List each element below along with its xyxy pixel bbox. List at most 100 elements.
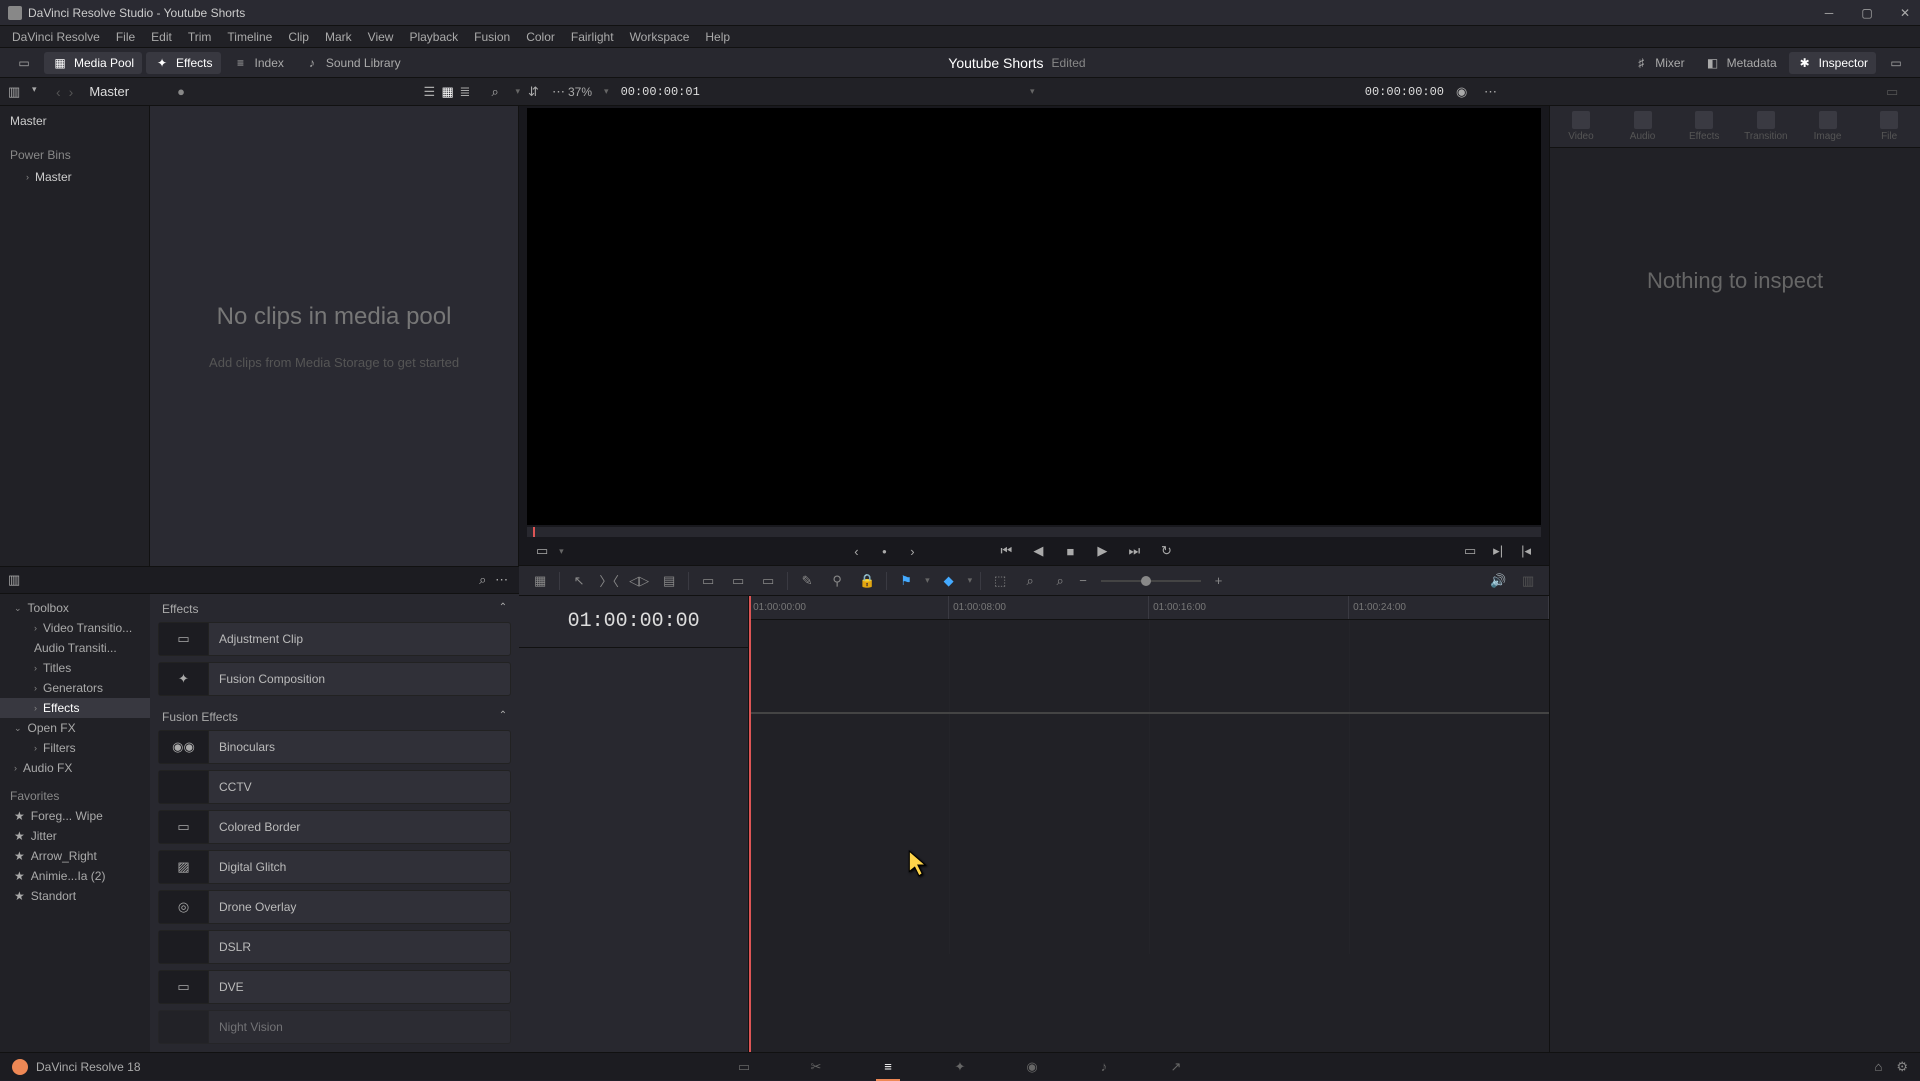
audio-meter-toggle[interactable]: ▥: [1517, 571, 1539, 591]
tree-filters[interactable]: ›Filters: [0, 738, 150, 758]
detail-zoom[interactable]: ⌕: [1019, 571, 1041, 591]
zoom-slider[interactable]: [1101, 580, 1201, 582]
flag-button[interactable]: ⚑: [895, 571, 917, 591]
page-media[interactable]: ▭: [732, 1057, 756, 1077]
index-toggle[interactable]: ≡Index: [225, 52, 292, 74]
sound-library-toggle[interactable]: ♪Sound Library: [296, 52, 409, 74]
tree-generators[interactable]: ›Generators: [0, 678, 150, 698]
fx-dslr[interactable]: DSLR: [158, 930, 511, 964]
mixer-toggle[interactable]: ♯Mixer: [1625, 52, 1692, 74]
favorite-item[interactable]: ★Standort: [0, 886, 150, 906]
menu-edit[interactable]: Edit: [143, 30, 180, 44]
inspector-tab-video[interactable]: Video: [1551, 111, 1611, 142]
project-settings-button[interactable]: ⚙: [1896, 1059, 1908, 1075]
inspector-tab-audio[interactable]: Audio: [1613, 111, 1673, 142]
effects-search-icon[interactable]: ⌕: [479, 572, 495, 588]
fx-binoculars[interactable]: ◉◉Binoculars: [158, 730, 511, 764]
bin-master[interactable]: Master: [0, 110, 149, 132]
menu-fairlight[interactable]: Fairlight: [563, 30, 622, 44]
fx-drone-overlay[interactable]: ◎Drone Overlay: [158, 890, 511, 924]
matchframe-dropdown[interactable]: ▾: [559, 546, 564, 557]
collapse-icon[interactable]: ⌃: [499, 602, 507, 616]
menu-playback[interactable]: Playback: [401, 30, 466, 44]
go-last-button[interactable]: ⏭: [1123, 540, 1145, 562]
minimize-button[interactable]: ─: [1822, 6, 1836, 20]
page-fusion[interactable]: ✦: [948, 1057, 972, 1077]
fx-digital-glitch[interactable]: ▨Digital Glitch: [158, 850, 511, 884]
link-toggle[interactable]: ⚲: [826, 571, 848, 591]
media-pool-toggle[interactable]: ▦Media Pool: [44, 52, 142, 74]
menu-help[interactable]: Help: [697, 30, 738, 44]
play-button[interactable]: ▶: [1091, 540, 1113, 562]
playhead[interactable]: [749, 596, 751, 1052]
page-color[interactable]: ◉: [1020, 1057, 1044, 1077]
viewer-canvas[interactable]: [527, 108, 1541, 525]
timeline-timecode[interactable]: 01:00:00:00: [519, 596, 748, 647]
insert-clip-button[interactable]: ▭: [697, 571, 719, 591]
menu-davinci[interactable]: DaVinci Resolve: [4, 30, 108, 44]
maximize-button[interactable]: ▢: [1860, 6, 1874, 20]
marker-button[interactable]: ◆: [938, 571, 960, 591]
selection-tool[interactable]: ↖: [568, 571, 590, 591]
replace-clip-button[interactable]: ▭: [757, 571, 779, 591]
menu-timeline[interactable]: Timeline: [219, 30, 280, 44]
inspector-tab-file[interactable]: File: [1859, 111, 1919, 142]
menu-trim[interactable]: Trim: [180, 30, 220, 44]
close-button[interactable]: ✕: [1898, 6, 1912, 20]
nav-back[interactable]: ‹: [56, 84, 61, 100]
bypass-grades-icon[interactable]: ◉: [1456, 84, 1472, 100]
inspector-tab-image[interactable]: Image: [1798, 111, 1858, 142]
fx-colored-border[interactable]: ▭Colored Border: [158, 810, 511, 844]
favorite-item[interactable]: ★Foreg... Wipe: [0, 806, 150, 826]
effects-panel-toggle[interactable]: ▥: [8, 572, 24, 588]
page-edit[interactable]: ≡: [876, 1057, 900, 1077]
favorite-item[interactable]: ★Arrow_Right: [0, 846, 150, 866]
fx-cctv[interactable]: CCTV: [158, 770, 511, 804]
replace-button[interactable]: |◂: [1515, 540, 1537, 562]
video-tracks-area[interactable]: [749, 620, 1549, 714]
tree-video-transitions[interactable]: ›Video Transitio...: [0, 618, 150, 638]
menu-color[interactable]: Color: [518, 30, 563, 44]
tree-audio-transitions[interactable]: Audio Transiti...: [0, 638, 150, 658]
track-headers[interactable]: [519, 647, 748, 1047]
page-cut[interactable]: ✂: [804, 1057, 828, 1077]
lock-toggle[interactable]: 🔒: [856, 571, 878, 591]
media-pool-area[interactable]: No clips in media pool Add clips from Me…: [150, 106, 519, 566]
inspector-tab-transition[interactable]: Transition: [1736, 111, 1796, 142]
inspector-toggle[interactable]: ✱Inspector: [1789, 52, 1876, 74]
marker-dropdown[interactable]: ▾: [968, 575, 973, 586]
metadata-view-button[interactable]: ☰: [423, 84, 439, 100]
dynamic-trim-tool[interactable]: ◁▷: [628, 571, 650, 591]
menu-mark[interactable]: Mark: [317, 30, 360, 44]
dropdown-icon[interactable]: ▾: [32, 84, 48, 100]
menu-workspace[interactable]: Workspace: [622, 30, 698, 44]
timeline-dropdown[interactable]: ▾: [1030, 86, 1035, 97]
timeline-view-options[interactable]: ▦: [529, 571, 551, 591]
tree-audiofx[interactable]: ›Audio FX: [0, 758, 150, 778]
zoom-dropdown[interactable]: ▾: [604, 86, 609, 97]
menu-clip[interactable]: Clip: [280, 30, 317, 44]
custom-zoom[interactable]: ⌕: [1049, 571, 1071, 591]
stop-button[interactable]: ■: [1059, 540, 1081, 562]
viewer-zoom[interactable]: 37%: [568, 85, 592, 99]
tree-openfx[interactable]: ⌄Open FX: [0, 718, 150, 738]
page-deliver[interactable]: ↗: [1164, 1057, 1188, 1077]
inspector-tab-effects[interactable]: Effects: [1674, 111, 1734, 142]
go-first-button[interactable]: ⏮: [995, 540, 1017, 562]
inspector-expand-icon[interactable]: ▭: [1886, 84, 1902, 100]
fx-night-vision[interactable]: Night Vision: [158, 1010, 511, 1044]
effects-options-icon[interactable]: ⋯: [495, 572, 511, 588]
matchframe-button[interactable]: ▭: [531, 540, 553, 562]
bin-list-toggle[interactable]: ▥: [8, 84, 24, 100]
effects-toggle[interactable]: ✦Effects: [146, 52, 220, 74]
overwrite-clip-button[interactable]: ▭: [727, 571, 749, 591]
thumbnail-view-button[interactable]: ▦: [441, 84, 457, 100]
keyframe-button[interactable]: ●: [873, 540, 895, 562]
flag-dropdown[interactable]: ▾: [925, 575, 930, 586]
sort-icon[interactable]: ⇵: [528, 84, 544, 100]
fx-fusion-composition[interactable]: ✦Fusion Composition: [158, 662, 511, 696]
search-dropdown[interactable]: ▾: [515, 86, 520, 97]
options-icon[interactable]: ⋯: [552, 84, 568, 100]
insert-button[interactable]: ▭: [1459, 540, 1481, 562]
viewer-scrubber[interactable]: [527, 527, 1541, 537]
